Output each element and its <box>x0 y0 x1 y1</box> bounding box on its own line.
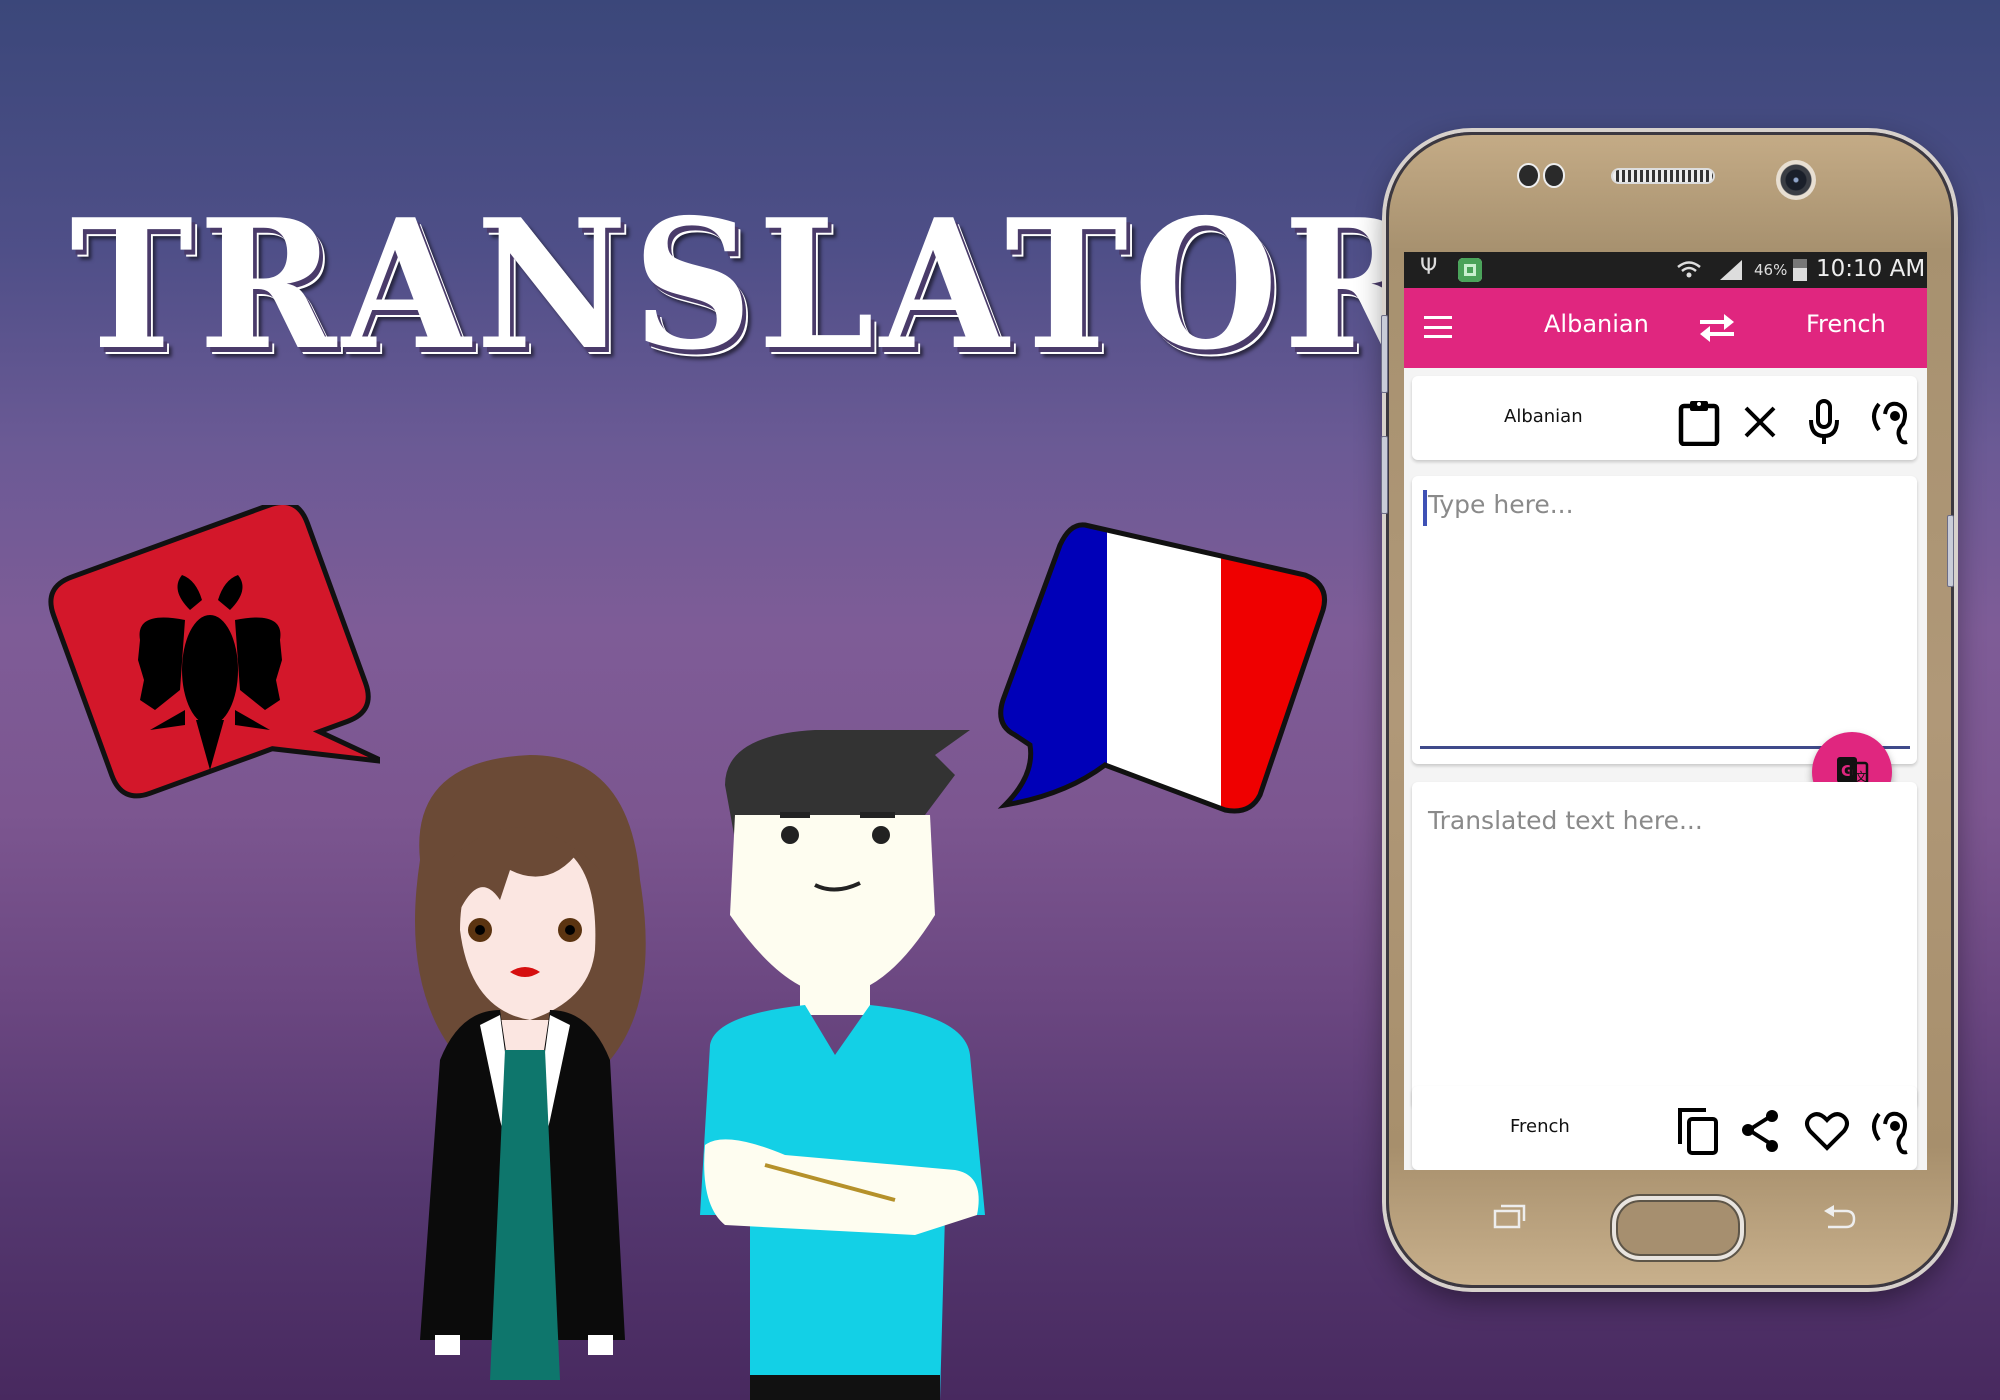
hamburger-menu-icon[interactable] <box>1424 316 1452 338</box>
french-flag-bubble <box>997 522 1327 814</box>
source-language-label: Albanian <box>1504 406 1583 427</box>
source-language-panel: Albanian <box>1412 376 1917 460</box>
input-card: Type here... <box>1412 476 1917 764</box>
clear-icon[interactable] <box>1742 404 1778 440</box>
share-icon[interactable] <box>1739 1108 1783 1154</box>
microphone-icon[interactable] <box>1806 398 1842 446</box>
albanian-flag-bubble <box>48 505 380 799</box>
battery-icon <box>1793 259 1807 281</box>
status-bar: Ψ 46% 10:10 AM <box>1404 252 1927 288</box>
volume-up-button <box>1381 315 1388 393</box>
recent-apps-icon[interactable] <box>1493 1203 1527 1229</box>
usb-icon: Ψ <box>1420 255 1438 280</box>
woman-character <box>415 755 646 1380</box>
favorite-heart-icon[interactable] <box>1804 1110 1850 1152</box>
man-character <box>700 730 985 1400</box>
app-bar: Albanian French <box>1404 288 1927 368</box>
target-language-panel: French <box>1412 1086 1917 1170</box>
source-text-input[interactable]: Type here... <box>1428 490 1908 740</box>
listen-ear-icon[interactable] <box>1867 1108 1911 1156</box>
power-button <box>1947 515 1954 587</box>
battery-percent: 46% <box>1754 261 1788 279</box>
text-cursor <box>1423 490 1427 526</box>
target-language-selector[interactable]: French <box>1806 310 1886 338</box>
home-button[interactable] <box>1612 1196 1744 1260</box>
signal-icon <box>1720 260 1742 280</box>
eye <box>872 826 890 844</box>
back-icon[interactable] <box>1822 1205 1856 1231</box>
clipboard-paste-icon[interactable] <box>1677 398 1721 446</box>
phone-screen: Ψ 46% 10:10 AM Albanian French Albanian <box>1404 252 1927 1170</box>
volume-down-button <box>1381 436 1388 514</box>
swap-arrows-icon[interactable] <box>1694 310 1740 346</box>
app-notification-icon <box>1458 258 1482 282</box>
banner-title: TRANSLATOR <box>70 180 1427 389</box>
eye <box>781 826 799 844</box>
target-language-label: French <box>1510 1116 1570 1137</box>
earpiece-speaker <box>1611 168 1715 184</box>
copy-icon[interactable] <box>1676 1106 1720 1156</box>
translated-text-output[interactable]: Translated text here... <box>1428 806 1898 835</box>
proximity-sensors <box>1517 163 1565 188</box>
listen-ear-icon[interactable] <box>1867 398 1911 446</box>
front-camera <box>1776 160 1816 200</box>
clock: 10:10 AM <box>1816 256 1926 282</box>
source-language-selector[interactable]: Albanian <box>1544 310 1649 338</box>
output-card: Translated text here... <box>1412 782 1917 1108</box>
wifi-icon <box>1677 261 1701 278</box>
